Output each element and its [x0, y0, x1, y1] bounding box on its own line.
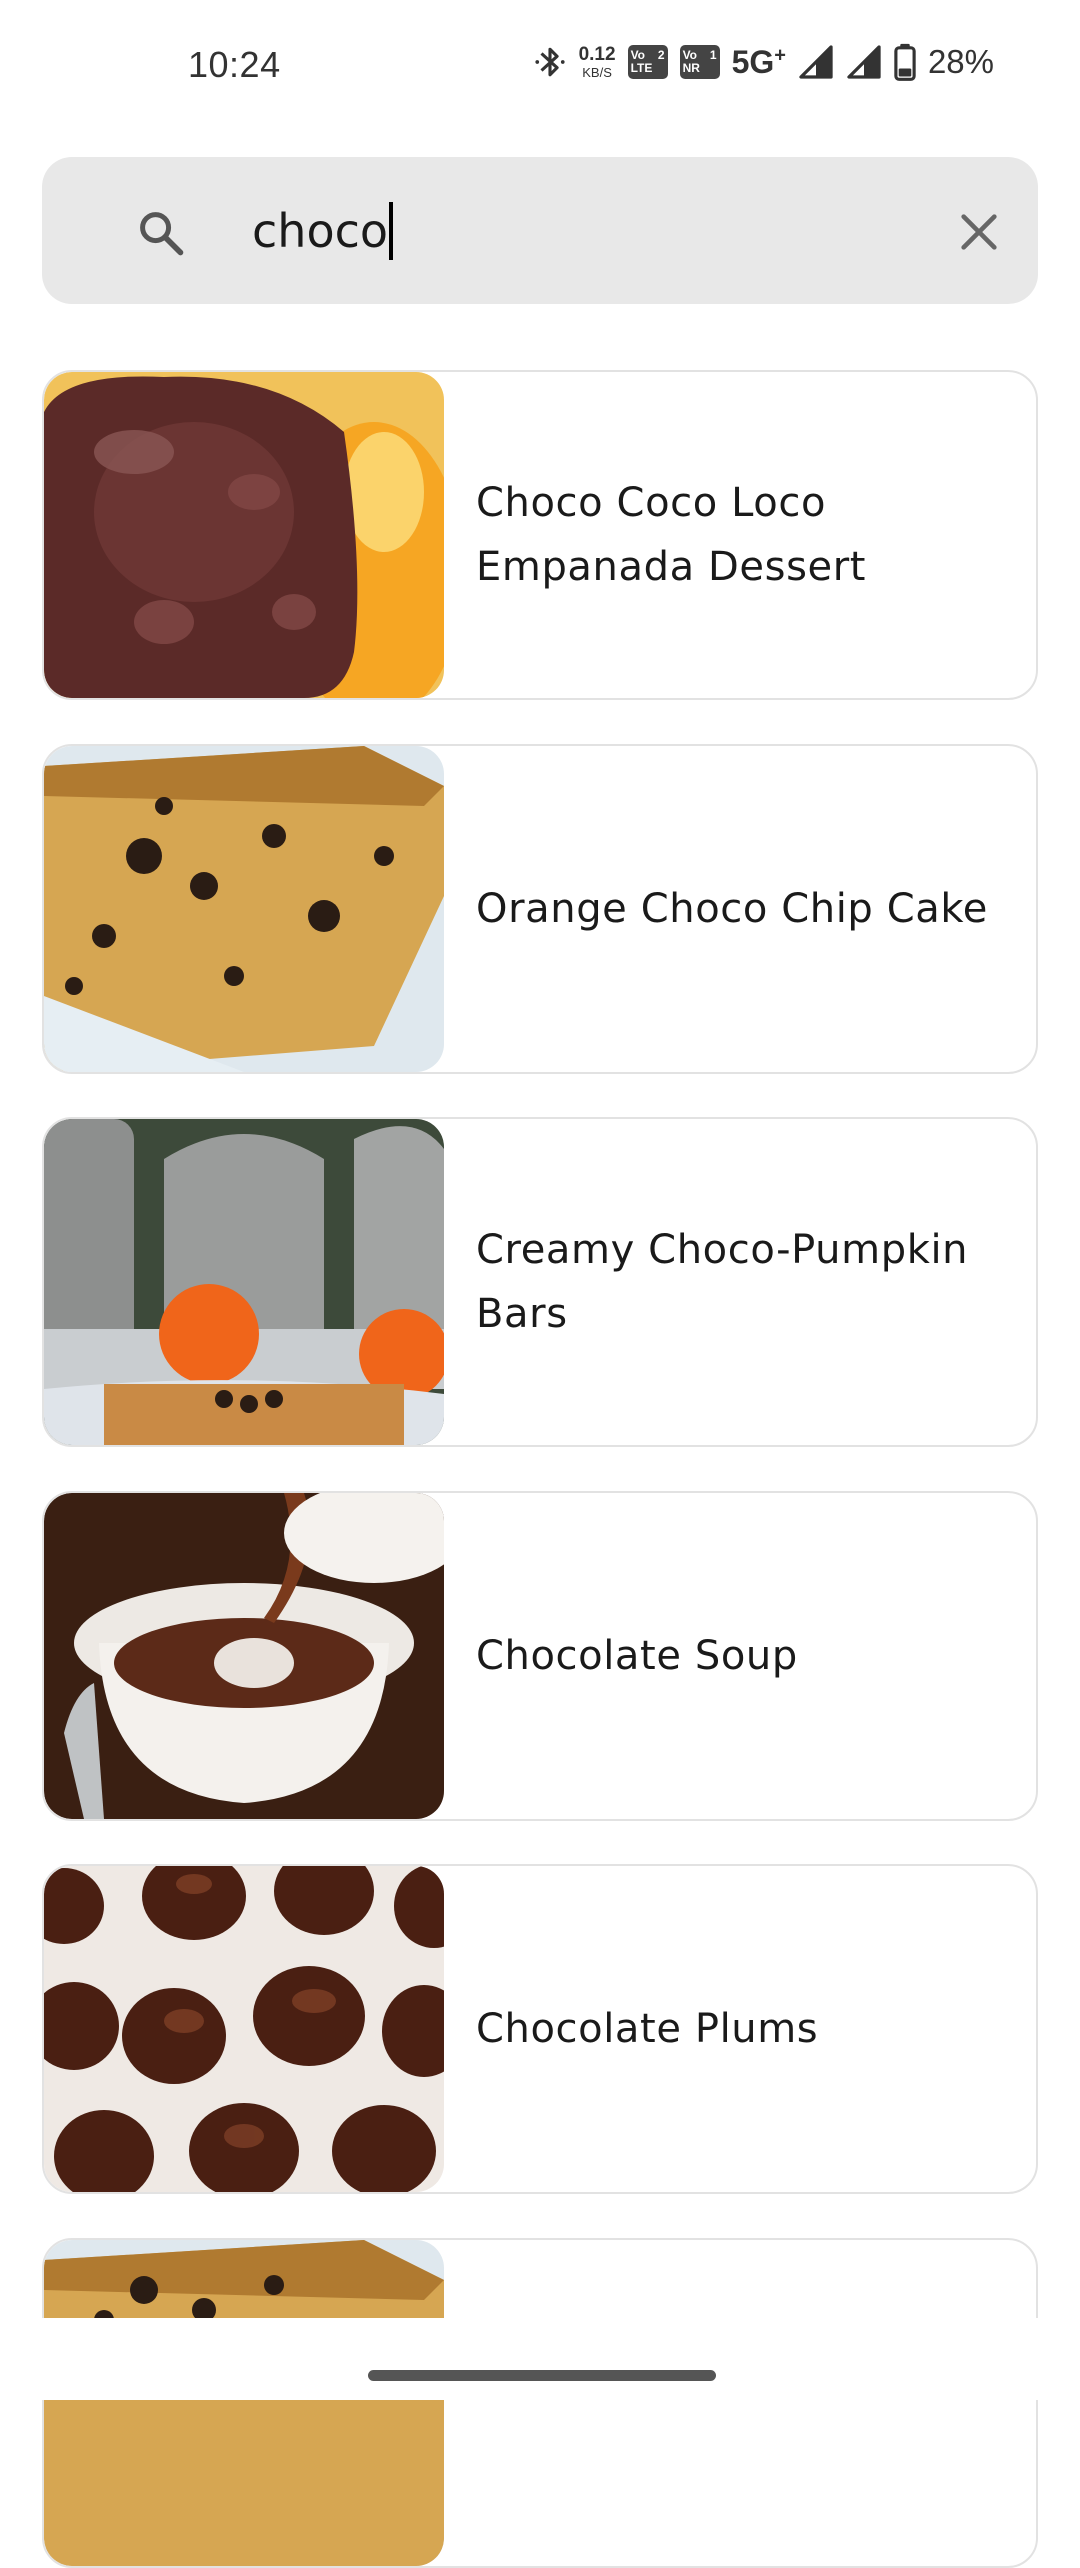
clear-search-button[interactable]: [956, 209, 1012, 265]
bluetooth-icon: [533, 42, 567, 82]
network-speed-value: 0.12: [578, 44, 616, 65]
recipe-title: Chocolate Soup: [476, 1493, 1016, 1819]
recipe-thumbnail: [44, 1866, 444, 2192]
signal-icon: [798, 44, 834, 80]
battery-percent: 28%: [927, 43, 994, 80]
recipe-card[interactable]: Choco Coco Loco Empanada Dessert: [42, 370, 1038, 700]
vonr-sim1-icon: Vo 1 NR: [679, 45, 720, 79]
chip-label: 2: [657, 48, 665, 62]
recipe-thumbnail: [44, 2240, 444, 2566]
recipe-thumbnail: [44, 746, 444, 1072]
recipe-title-line: Creamy Choco-Pumpkin: [476, 1227, 969, 1273]
signal-icon: [846, 44, 882, 80]
chip-label: NR: [682, 61, 700, 75]
search-input[interactable]: choco: [252, 187, 952, 275]
status-icons: 0.12 KB/S Vo 2 LTE Vo 1 NR 5G+ 28%: [533, 40, 994, 84]
status-time: 10:24: [188, 44, 281, 85]
recipe-title-line: Chocolate Soup: [476, 1633, 798, 1679]
recipe-card[interactable]: Chocolate Soup: [42, 1491, 1038, 1821]
home-indicator[interactable]: [368, 2370, 716, 2381]
recipe-card[interactable]: Orange Choco Chip Cake: [42, 744, 1038, 1074]
search-bar[interactable]: choco: [42, 157, 1038, 304]
network-type: 5G+: [732, 44, 786, 81]
recipe-title: Creamy Choco-Pumpkin Bars: [476, 1119, 1016, 1445]
recipe-card[interactable]: Chocolate Plums: [42, 1864, 1038, 2194]
battery-icon: [894, 43, 916, 81]
volte-sim2-icon: Vo 2 LTE: [627, 45, 668, 79]
status-bar: 10:24 0.12 KB/S Vo 2 LTE Vo 1 NR 5G+ 28%: [0, 0, 1080, 140]
chip-label: LTE: [630, 61, 653, 75]
recipe-title: Orange Choco Chip Cake: [476, 746, 1016, 1072]
network-type-label: 5G: [731, 43, 775, 80]
recipe-card[interactable]: [42, 2238, 1038, 2568]
search-icon: [135, 207, 187, 259]
recipe-title-line: Bars: [476, 1291, 568, 1337]
navigation-bar: [0, 2318, 1080, 2400]
recipe-thumbnail: [44, 372, 444, 698]
recipe-title-line: Chocolate Plums: [476, 2006, 819, 2052]
recipe-title: Chocolate Plums: [476, 1866, 1016, 2192]
network-speed: 0.12 KB/S: [579, 45, 616, 79]
network-type-plus: +: [774, 43, 786, 66]
recipe-title: [476, 2240, 1016, 2566]
recipe-title-line: Choco Coco Loco: [476, 480, 827, 526]
recipe-thumbnail: [44, 1119, 444, 1445]
recipe-card[interactable]: Creamy Choco-Pumpkin Bars: [42, 1117, 1038, 1447]
text-cursor: [389, 202, 394, 260]
recipe-thumbnail: [44, 1493, 444, 1819]
recipe-title-line: Orange Choco Chip Cake: [476, 886, 988, 932]
close-icon: [961, 214, 997, 250]
network-speed-unit: KB/S: [582, 65, 612, 80]
search-query: choco: [252, 204, 389, 258]
recipe-title: Choco Coco Loco Empanada Dessert: [476, 372, 1016, 698]
recipe-title-line: Empanada Dessert: [476, 544, 867, 590]
chip-label: 1: [709, 48, 717, 62]
